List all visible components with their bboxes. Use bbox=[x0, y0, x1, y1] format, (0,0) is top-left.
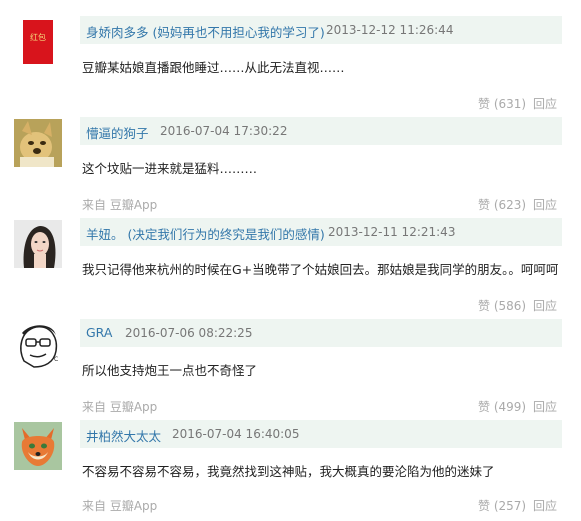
avatar[interactable] bbox=[14, 119, 62, 167]
comment-text: 这个坟贴一进来就是猛料……… bbox=[82, 161, 258, 176]
username-link[interactable]: GRA bbox=[86, 325, 112, 340]
comment-header: 井柏然大太太 2016-07-04 16:40:05 bbox=[80, 420, 562, 448]
avatar[interactable]: C bbox=[14, 321, 62, 369]
comment-text: 不容易不容易不容易，我竟然找到这神贴，我大概真的要沦陷为他的迷妹了 bbox=[82, 464, 495, 479]
comment-item: 懵逼的狗子 2016-07-04 17:30:22 这个坟贴一进来就是猛料………… bbox=[0, 101, 581, 212]
comment-item: 井柏然大太太 2016-07-04 16:40:05 不容易不容易不容易，我竟然… bbox=[0, 404, 581, 513]
username-link[interactable]: 懵逼的狗子 bbox=[86, 123, 149, 142]
username-link[interactable]: 井柏然大太太 bbox=[86, 426, 161, 445]
comment-text: 豆瓣某姑娘直播跟他睡过……从此无法直视…… bbox=[82, 60, 345, 75]
reply-button[interactable]: 回应 bbox=[533, 497, 557, 514]
meme-face-avatar-icon: C bbox=[14, 321, 62, 369]
timestamp: 2016-07-04 16:40:05 bbox=[172, 427, 300, 441]
timestamp: 2016-07-04 17:30:22 bbox=[160, 124, 288, 138]
fox-avatar-icon bbox=[14, 422, 62, 470]
comment-header: 羊妞。 (决定我们行为的终究是我们的感情) 2013-12-11 12:21:4… bbox=[80, 218, 562, 246]
like-button[interactable]: 赞 (257) bbox=[478, 497, 526, 514]
comment-text: 所以他支持炮王一点也不奇怪了 bbox=[82, 363, 258, 378]
avatar-text: 红包 bbox=[30, 32, 46, 42]
comment-item: C GRA 2016-07-06 08:22:25 所以他支持炮王一点也不奇怪了… bbox=[0, 303, 581, 414]
avatar[interactable] bbox=[14, 422, 62, 470]
red-envelope-avatar-icon: 红包 bbox=[14, 18, 62, 66]
doge-avatar-icon bbox=[14, 119, 62, 167]
username-link[interactable]: 身娇肉多多 (妈妈再也不用担心我的学习了) bbox=[86, 22, 325, 41]
comment-item: 红包 身娇肉多多 (妈妈再也不用担心我的学习了) 2013-12-12 11:2… bbox=[0, 0, 581, 111]
avatar[interactable]: 红包 bbox=[14, 18, 62, 66]
username-link[interactable]: 羊妞。 (决定我们行为的终究是我们的感情) bbox=[86, 224, 325, 243]
comment-item: 羊妞。 (决定我们行为的终究是我们的感情) 2013-12-11 12:21:4… bbox=[0, 202, 581, 313]
timestamp: 2013-12-11 12:21:43 bbox=[328, 225, 456, 239]
timestamp: 2013-12-12 11:26:44 bbox=[326, 23, 454, 37]
comment-header: 懵逼的狗子 2016-07-04 17:30:22 bbox=[80, 117, 562, 145]
comment-header: GRA 2016-07-06 08:22:25 bbox=[80, 319, 562, 347]
timestamp: 2016-07-06 08:22:25 bbox=[125, 326, 253, 340]
portrait-avatar-icon bbox=[14, 220, 62, 268]
comment-text: 我只记得他来杭州的时候在G+当晚带了个姑娘回去。那姑娘是我同学的朋友。。呵呵呵 bbox=[82, 262, 559, 277]
avatar[interactable] bbox=[14, 220, 62, 268]
svg-text:C: C bbox=[54, 356, 58, 363]
comment-header: 身娇肉多多 (妈妈再也不用担心我的学习了) 2013-12-12 11:26:4… bbox=[80, 16, 562, 44]
source-label: 来自 豆瓣App bbox=[82, 499, 158, 513]
